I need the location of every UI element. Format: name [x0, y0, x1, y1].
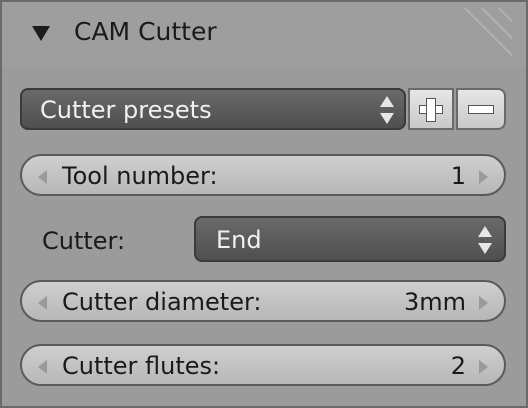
cutter-flutes-field[interactable]: Cutter flutes: 2 — [20, 344, 506, 386]
right-arrow-icon[interactable] — [479, 360, 488, 374]
left-arrow-icon[interactable] — [38, 360, 47, 374]
left-arrow-icon[interactable] — [38, 296, 47, 310]
cutter-type-dropdown[interactable]: End — [194, 216, 506, 262]
remove-preset-button[interactable] — [456, 88, 506, 130]
drag-grip-icon[interactable] — [458, 8, 512, 62]
right-arrow-icon[interactable] — [479, 170, 488, 184]
cutter-type-label: Cutter: — [42, 227, 126, 255]
triangle-down-icon[interactable] — [32, 26, 50, 41]
cutter-diameter-label: Cutter diameter: — [62, 288, 262, 316]
right-arrow-icon[interactable] — [479, 296, 488, 310]
cutter-diameter-value: 3mm — [403, 288, 466, 316]
cutter-flutes-value: 2 — [450, 352, 466, 380]
cutter-presets-dropdown[interactable]: Cutter presets — [20, 88, 406, 130]
presets-row: Cutter presets — [20, 88, 506, 130]
cutter-diameter-field[interactable]: Cutter diameter: 3mm — [20, 280, 506, 322]
minus-icon — [468, 105, 494, 114]
cutter-presets-label: Cutter presets — [40, 96, 212, 124]
add-preset-button[interactable] — [408, 88, 454, 130]
up-down-arrows-icon — [478, 226, 492, 254]
panel-header[interactable]: CAM Cutter — [2, 2, 526, 68]
tool-number-field[interactable]: Tool number: 1 — [20, 154, 506, 196]
up-down-arrows-icon — [380, 96, 394, 124]
cam-cutter-panel: CAM Cutter Cutter presets Tool number: 1… — [0, 0, 528, 408]
tool-number-value: 1 — [450, 162, 466, 190]
cutter-flutes-label: Cutter flutes: — [62, 352, 221, 380]
tool-number-label: Tool number: — [62, 162, 218, 190]
left-arrow-icon[interactable] — [38, 170, 47, 184]
panel-title: CAM Cutter — [74, 17, 217, 46]
cutter-type-value: End — [216, 226, 262, 254]
